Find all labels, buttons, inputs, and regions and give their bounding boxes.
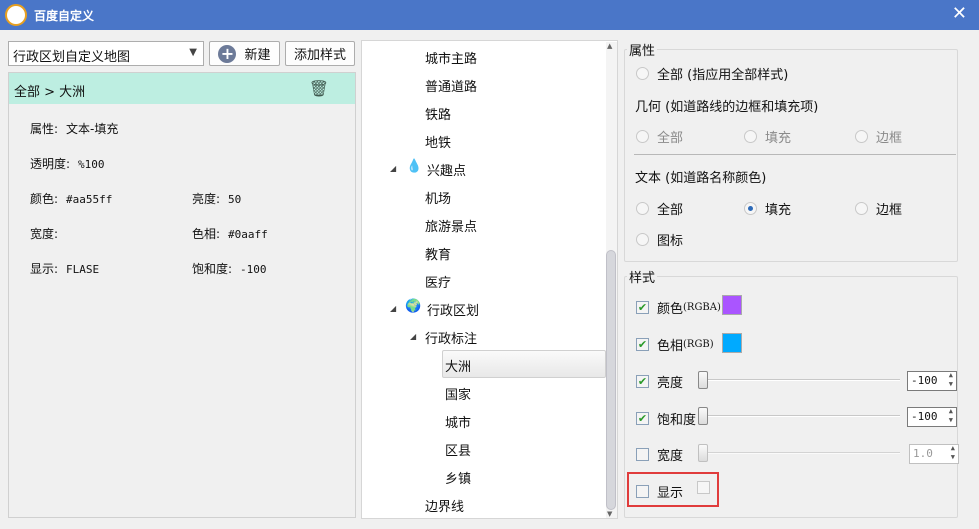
chevron-down-icon: ▼ <box>189 47 197 58</box>
show-field: 显示: FLASE <box>30 262 100 276</box>
brightness-checkbox[interactable]: ✔ 亮度 <box>636 372 683 391</box>
radio-geometry-all[interactable]: 全部 <box>636 127 683 146</box>
tree-item[interactable]: 乡镇 <box>445 468 471 487</box>
expand-triangle-icon[interactable]: ◢ <box>410 332 416 341</box>
saturation-slider-handle[interactable] <box>698 407 708 425</box>
radio-text-fill[interactable]: 填充 <box>744 199 791 218</box>
tree-item[interactable]: 教育 <box>425 244 451 263</box>
water-drop-icon: 💧 <box>406 159 423 174</box>
tree-item[interactable]: 医疗 <box>425 272 451 291</box>
radio-text-all[interactable]: 全部 <box>636 199 683 218</box>
divider <box>634 154 956 155</box>
opacity-field: 透明度: %100 <box>30 157 105 171</box>
color-field: 颜色: #aa55ff <box>30 192 113 206</box>
map-select[interactable]: 行政区划自定义地图 ▼ <box>8 41 204 66</box>
title-bar: 百度自定义 ✕ <box>0 0 979 30</box>
plus-icon: + <box>218 44 237 63</box>
scroll-down-icon[interactable]: ▼ <box>607 510 612 518</box>
width-slider[interactable] <box>700 452 900 454</box>
close-icon[interactable]: ✕ <box>952 3 967 24</box>
saturation-slider[interactable] <box>700 415 900 417</box>
brightness-spinbox[interactable]: -100 ▲ ▼ <box>907 371 957 391</box>
saturation-spinbox[interactable]: -100 ▲ ▼ <box>907 407 957 427</box>
window-title: 百度自定义 <box>34 9 95 23</box>
hue-swatch[interactable] <box>722 333 742 353</box>
style-legend: 样式 <box>629 271 656 286</box>
width-spinbox[interactable]: 1.0 ▲ ▼ <box>909 444 959 464</box>
tree-item[interactable]: 旅游景点 <box>425 216 477 235</box>
attributes-legend: 属性 <box>629 44 656 59</box>
scrollbar-thumb[interactable] <box>606 250 616 510</box>
tree-item[interactable]: 普通道路 <box>425 76 477 95</box>
map-select-value: 行政区划自定义地图 <box>13 50 131 65</box>
tree-item[interactable]: 兴趣点 <box>427 160 466 179</box>
trash-icon[interactable]: 🗑 <box>309 79 329 98</box>
app-logo-icon <box>5 4 27 26</box>
color-swatch[interactable] <box>722 295 742 315</box>
saturation-field: 饱和度: -100 <box>192 262 267 276</box>
scroll-up-icon[interactable]: ▲ <box>607 42 612 50</box>
breadcrumb: 全部 > 大洲 <box>14 85 86 100</box>
expand-triangle-icon[interactable]: ◢ <box>390 304 396 313</box>
radio-text-icon[interactable]: 图标 <box>636 230 683 249</box>
layer-tree <box>361 40 618 519</box>
style-summary-row[interactable]: 全部 > 大洲 🗑 <box>9 73 355 104</box>
brightness-field: 亮度: 50 <box>192 192 242 206</box>
tree-item-selected[interactable]: 大洲 <box>445 356 471 375</box>
style-summary-panel: 全部 > 大洲 🗑 属性: 文本-填充 透明度: %100 颜色: #aa55ff 亮度… <box>8 72 356 518</box>
tree-item[interactable]: 区县 <box>445 440 471 459</box>
tree-item[interactable]: 机场 <box>425 188 451 207</box>
tree-item[interactable]: 行政区划 <box>427 300 479 319</box>
tree-item[interactable]: 城市 <box>445 412 471 431</box>
tree-item[interactable]: 地铁 <box>425 132 451 151</box>
radio-text-border[interactable]: 边框 <box>855 199 902 218</box>
text-heading: 文本 (如道路名称颜色) <box>635 171 767 186</box>
saturation-checkbox[interactable]: ✔ 饱和度 <box>636 409 696 428</box>
radio-geometry-fill[interactable]: 填充 <box>744 127 791 146</box>
new-label: 新建 <box>244 48 271 63</box>
expand-triangle-icon[interactable]: ◢ <box>390 164 396 173</box>
tree-item[interactable]: 行政标注 <box>425 328 477 347</box>
highlight-box <box>627 472 719 507</box>
globe-icon: 🌍 <box>405 299 422 314</box>
add-style-button[interactable]: 添加样式 <box>285 41 355 66</box>
hue-checkbox[interactable]: ✔ 色相 (RGB) <box>636 335 714 354</box>
property-field: 属性: 文本-填充 <box>30 122 119 136</box>
radio-all-styles[interactable]: 全部 (指应用全部样式) <box>636 64 788 83</box>
tree-item[interactable]: 边界线 <box>425 496 464 515</box>
radio-geometry-border[interactable]: 边框 <box>855 127 902 146</box>
tree-item[interactable]: 国家 <box>445 384 471 403</box>
hue-field: 色相: #0aaff <box>192 227 268 241</box>
width-checkbox[interactable]: 宽度 <box>636 445 683 464</box>
tree-item[interactable]: 铁路 <box>425 104 451 123</box>
width-field: 宽度: <box>30 227 59 241</box>
tree-item[interactable]: 城市主路 <box>425 48 477 67</box>
geometry-heading: 几何 (如道路线的边框和填充项) <box>635 100 819 115</box>
color-checkbox[interactable]: ✔ 颜色 (RGBA) <box>636 298 721 317</box>
brightness-slider[interactable] <box>700 379 900 381</box>
width-slider-handle[interactable] <box>698 444 708 462</box>
new-button[interactable]: + 新建 <box>209 41 280 66</box>
brightness-slider-handle[interactable] <box>698 371 708 389</box>
